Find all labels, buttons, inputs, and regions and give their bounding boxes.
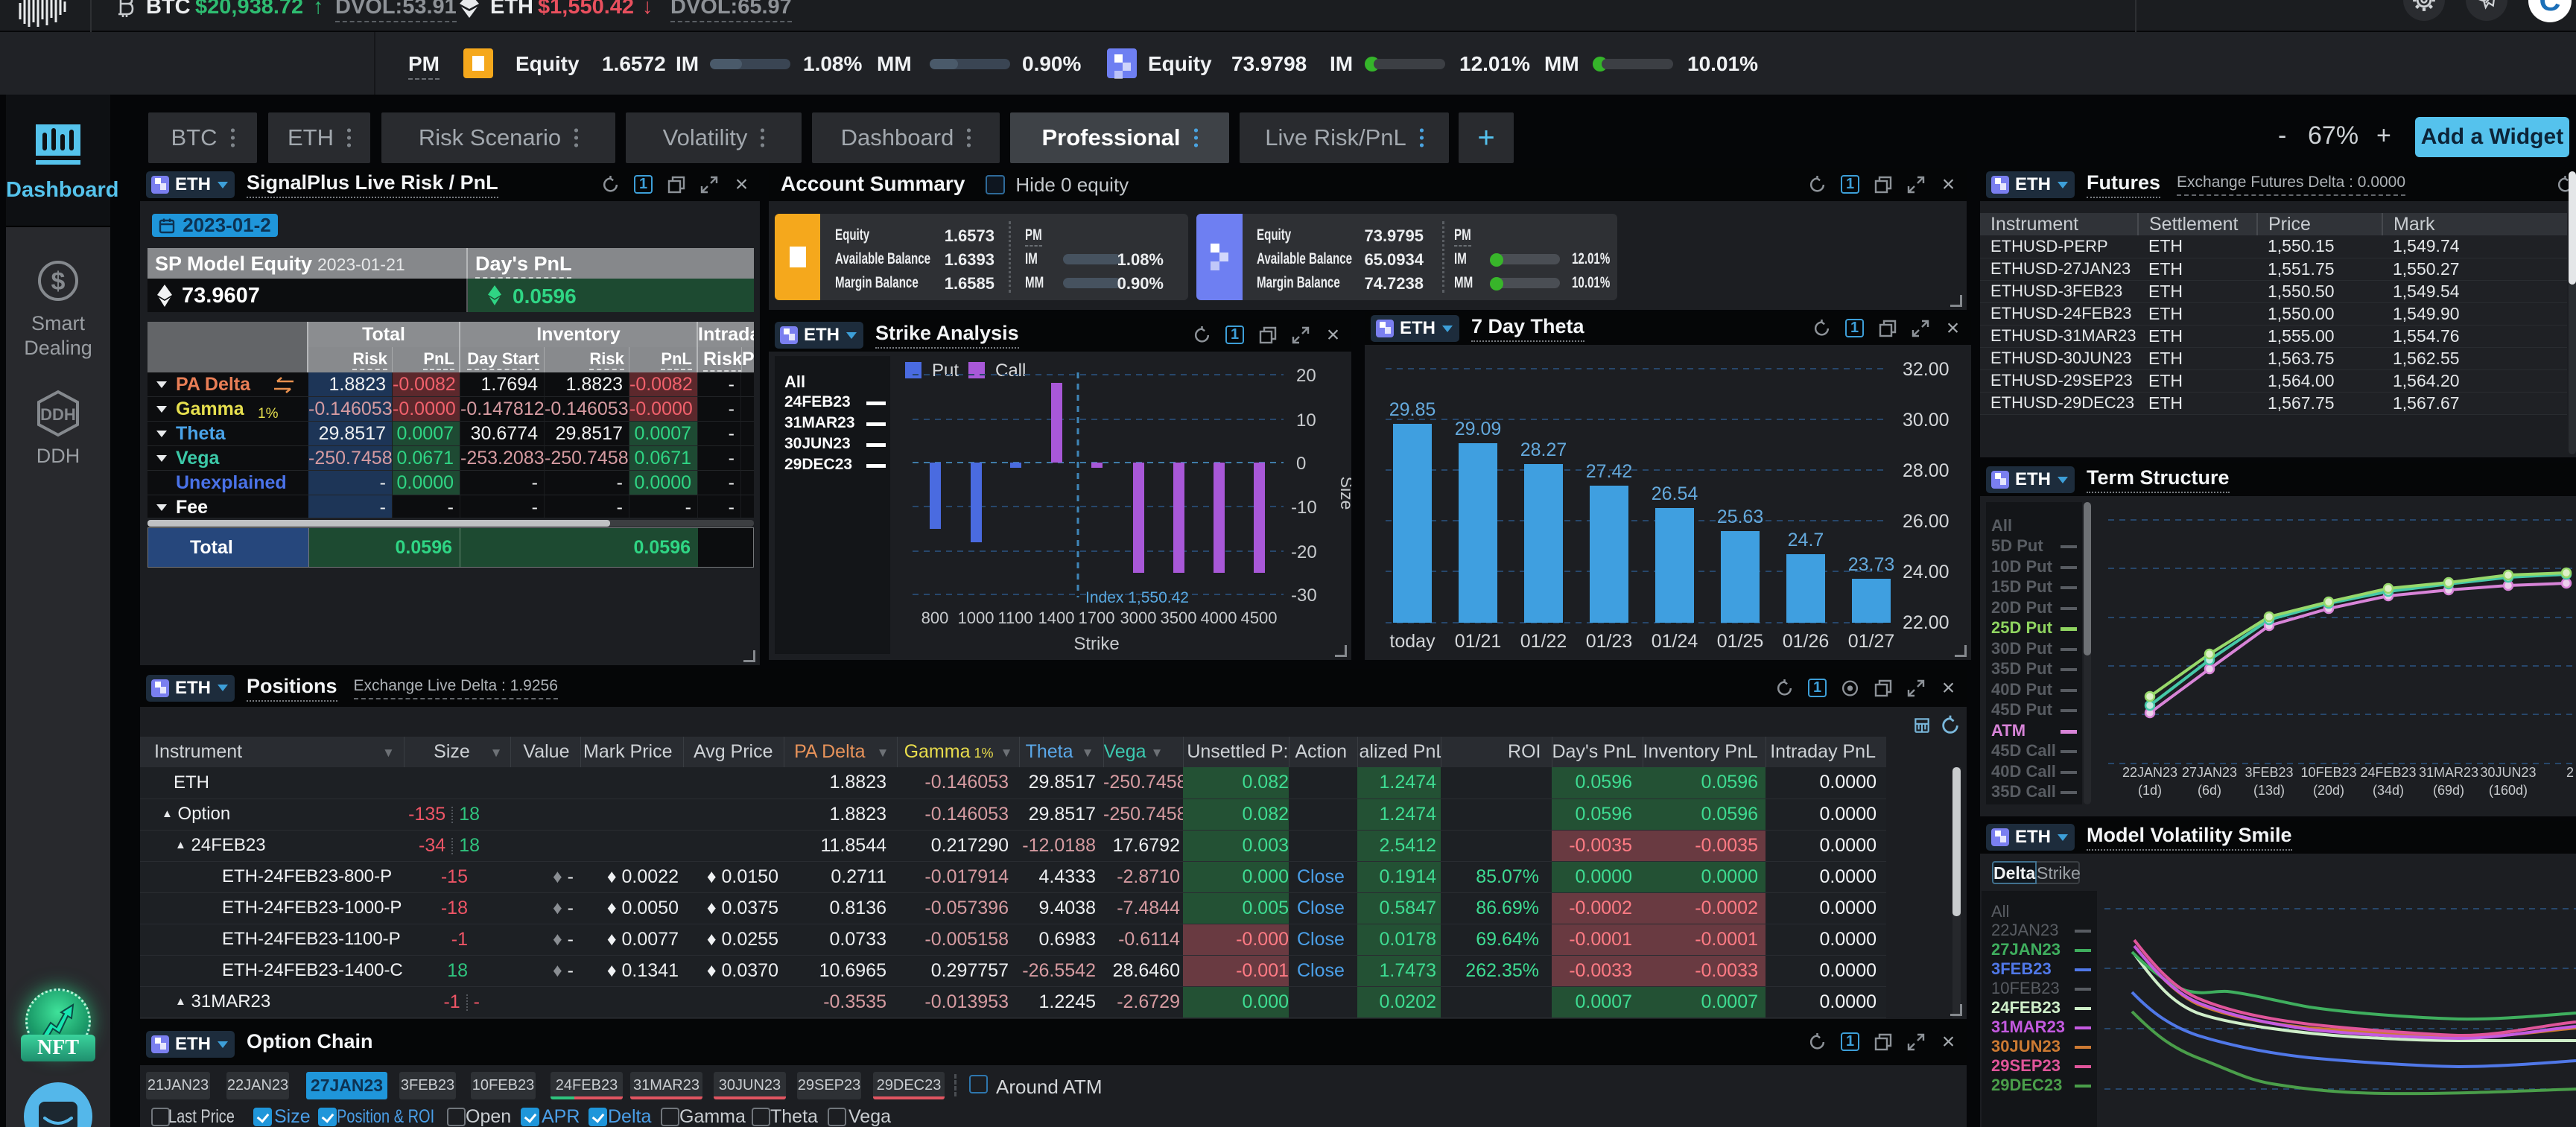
svg-text:25.63: 25.63 [1717, 507, 1764, 527]
svg-text:Put: Put [932, 361, 959, 381]
svg-text:01/27: 01/27 [1848, 631, 1895, 652]
svg-text:Index 1,550.42: Index 1,550.42 [1085, 589, 1189, 606]
svg-text:(6d): (6d) [2198, 783, 2221, 798]
svg-text:22JAN23: 22JAN23 [2122, 765, 2177, 780]
svg-text:10: 10 [1296, 410, 1316, 431]
svg-text:1700: 1700 [1079, 609, 1115, 627]
svg-text:32.00: 32.00 [1903, 359, 1950, 380]
svg-text:Size: Size [1337, 477, 1351, 510]
svg-text:01/22: 01/22 [1520, 631, 1567, 652]
svg-text:today: today [1389, 631, 1435, 652]
svg-text:30JUN23: 30JUN23 [2480, 765, 2536, 780]
svg-text:Call: Call [995, 361, 1026, 381]
svg-text:10FEB23: 10FEB23 [2300, 765, 2356, 780]
svg-text:-10: -10 [1291, 498, 1317, 518]
svg-text:01/24: 01/24 [1652, 631, 1698, 652]
svg-text:3FEB23: 3FEB23 [2245, 765, 2293, 780]
svg-text:$: $ [51, 267, 66, 296]
svg-text:01/25: 01/25 [1717, 631, 1764, 652]
svg-text:26.54: 26.54 [1652, 483, 1698, 504]
svg-text:DDH: DDH [40, 405, 76, 424]
svg-text:27JAN23: 27JAN23 [2182, 765, 2237, 780]
svg-text:(13d): (13d) [2253, 783, 2285, 798]
svg-text:24.00: 24.00 [1903, 562, 1950, 582]
svg-text:-20: -20 [1291, 542, 1317, 562]
svg-text:(160d): (160d) [2489, 783, 2528, 798]
svg-text:01/26: 01/26 [1783, 631, 1830, 652]
svg-text:23.73: 23.73 [1848, 554, 1895, 575]
svg-text:Strike: Strike [1073, 634, 1119, 654]
svg-text:29.85: 29.85 [1389, 399, 1436, 420]
svg-text:01/23: 01/23 [1586, 631, 1633, 652]
svg-text:-30: -30 [1291, 585, 1317, 606]
svg-text:3000: 3000 [1120, 609, 1157, 627]
svg-text:(34d): (34d) [2373, 783, 2404, 798]
svg-text:2: 2 [2566, 765, 2574, 780]
svg-text:28.00: 28.00 [1903, 460, 1950, 481]
svg-text:(20d): (20d) [2313, 783, 2344, 798]
svg-text:(69d): (69d) [2433, 783, 2464, 798]
svg-text:1400: 1400 [1038, 609, 1075, 627]
svg-text:28.27: 28.27 [1520, 439, 1567, 460]
svg-text:1000: 1000 [958, 609, 994, 627]
svg-text:31MAR23: 31MAR23 [2419, 765, 2478, 780]
svg-text:(1d): (1d) [2138, 783, 2162, 798]
svg-text:27.42: 27.42 [1586, 461, 1633, 482]
svg-text:1100: 1100 [997, 609, 1032, 627]
svg-text:01/21: 01/21 [1455, 631, 1502, 652]
svg-text:3500: 3500 [1161, 609, 1197, 627]
svg-text:22.00: 22.00 [1903, 612, 1950, 633]
svg-text:24.7: 24.7 [1788, 530, 1824, 550]
svg-text:4000: 4000 [1201, 609, 1237, 627]
svg-text:30.00: 30.00 [1903, 410, 1950, 431]
svg-text:4500: 4500 [1241, 609, 1278, 627]
svg-text:26.00: 26.00 [1903, 511, 1950, 532]
svg-text:24FEB23: 24FEB23 [2360, 765, 2416, 780]
svg-text:800: 800 [921, 609, 949, 627]
svg-text:29.09: 29.09 [1455, 419, 1502, 439]
svg-text:20: 20 [1296, 366, 1316, 386]
svg-text:0: 0 [1296, 454, 1306, 474]
